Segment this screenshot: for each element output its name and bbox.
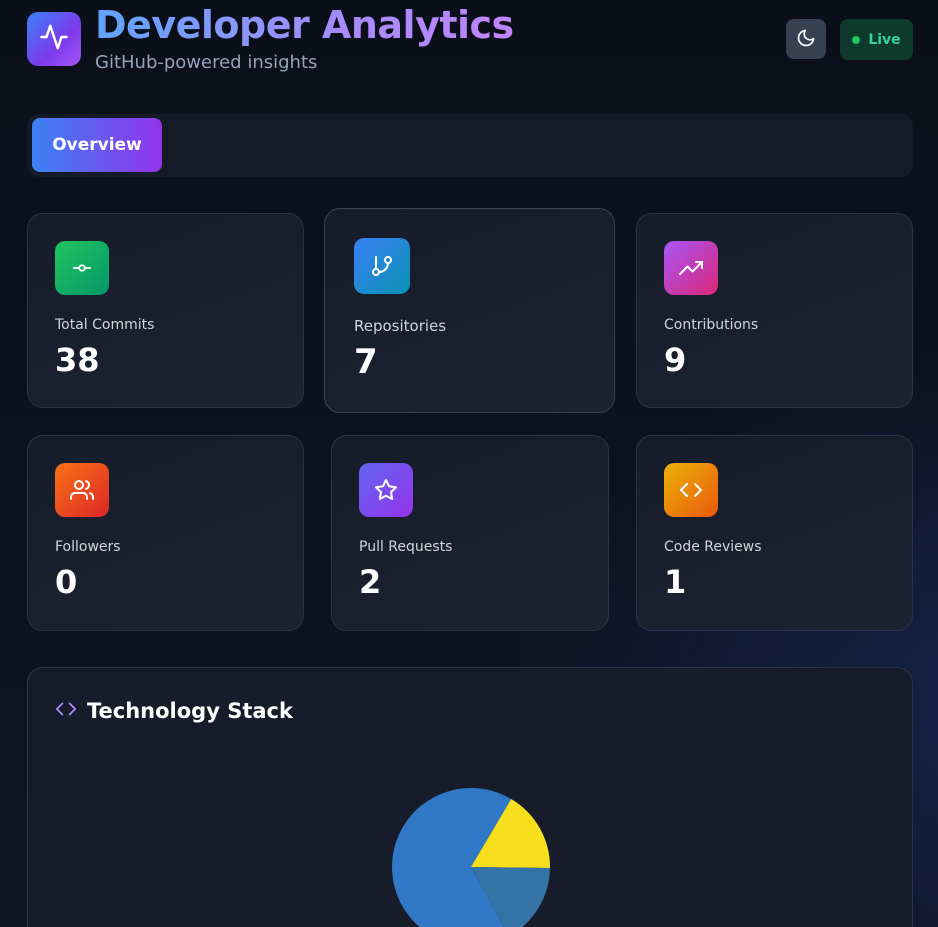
stat-value: 2 (359, 563, 382, 601)
stat-label: Total Commits (55, 317, 155, 333)
tech-stack-panel: Technology Stack (27, 667, 913, 927)
code-icon (55, 698, 77, 724)
page-subtitle: GitHub-powered insights (95, 52, 318, 73)
tab-overview[interactable]: Overview (32, 118, 162, 172)
git-branch-icon (354, 238, 410, 294)
live-label: Live (868, 31, 901, 48)
stat-label: Pull Requests (359, 539, 453, 555)
stat-value: 1 (664, 563, 687, 601)
live-dot-icon (852, 35, 861, 44)
moon-icon (796, 28, 816, 51)
trending-up-icon (664, 241, 718, 295)
page-title: Developer Analytics (95, 3, 514, 47)
live-status-badge: Live (840, 19, 913, 60)
star-icon (359, 463, 413, 517)
stat-label: Repositories (354, 317, 447, 335)
activity-icon (39, 22, 69, 56)
stat-card-repositories[interactable]: Repositories 7 (324, 208, 615, 413)
git-commit-icon (55, 241, 109, 295)
users-icon (55, 463, 109, 517)
code-icon (664, 463, 718, 517)
page-header: Developer Analytics GitHub-powered insig… (27, 0, 913, 90)
stat-label: Contributions (664, 317, 759, 333)
tech-stack-title: Technology Stack (87, 699, 293, 723)
stat-value: 0 (55, 563, 78, 601)
stat-card-contributions[interactable]: Contributions 9 (636, 213, 913, 408)
stat-value: 38 (55, 341, 100, 379)
stat-value: 7 (354, 342, 378, 382)
tech-stack-header: Technology Stack (55, 698, 293, 724)
stat-label: Followers (55, 539, 121, 555)
tab-bar: Overview (27, 114, 913, 177)
stat-label: Code Reviews (664, 539, 762, 555)
tech-stack-pie-chart (392, 788, 550, 927)
stat-card-code-reviews[interactable]: Code Reviews 1 (636, 435, 913, 631)
stat-card-pull-requests[interactable]: Pull Requests 2 (331, 435, 609, 631)
app-logo (27, 12, 81, 66)
theme-toggle-button[interactable] (786, 19, 826, 59)
stat-value: 9 (664, 341, 687, 379)
stat-card-followers[interactable]: Followers 0 (27, 435, 304, 631)
stat-card-total-commits[interactable]: Total Commits 38 (27, 213, 304, 408)
